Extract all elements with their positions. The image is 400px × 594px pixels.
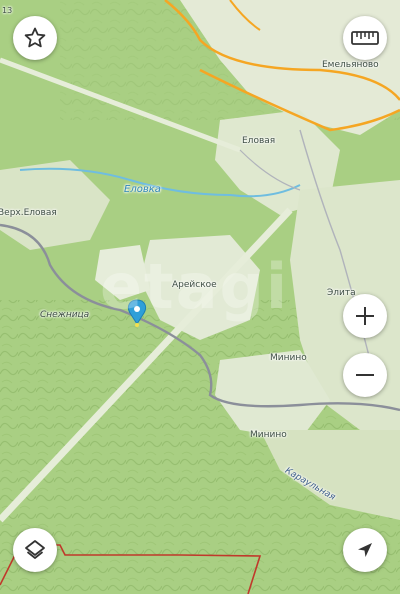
label-snezhnitsa: Снежница — [40, 310, 90, 320]
star-icon — [24, 27, 46, 48]
layers-button[interactable] — [13, 528, 57, 572]
label-minino-2: Минино — [250, 430, 287, 440]
plus-icon — [356, 307, 374, 325]
zoom-in-button[interactable] — [343, 294, 387, 338]
label-elita: Элита — [327, 288, 356, 298]
zoom-out-button[interactable] — [343, 353, 387, 397]
map-view[interactable]: etagi 13 Емельяново Еловая Еловка Верх.Е… — [0, 0, 400, 594]
locate-button[interactable] — [343, 528, 387, 572]
label-areyskoe: Арейское — [172, 280, 217, 290]
layers-icon — [25, 540, 45, 559]
ruler-button[interactable] — [343, 16, 387, 60]
label-minino-1: Минино — [270, 353, 307, 363]
label-river-elovka: Еловка — [124, 184, 161, 195]
zoom-level-label: 13 — [2, 6, 13, 15]
label-elovaya: Еловая — [242, 136, 276, 146]
label-emelyanovo: Емельяново — [322, 60, 379, 70]
label-verkh-elovaya: Верх.Еловая — [0, 208, 57, 218]
minus-icon — [356, 374, 374, 376]
ruler-icon — [351, 31, 379, 45]
navigation-arrow-icon — [358, 543, 372, 557]
favorite-button[interactable] — [13, 16, 57, 60]
